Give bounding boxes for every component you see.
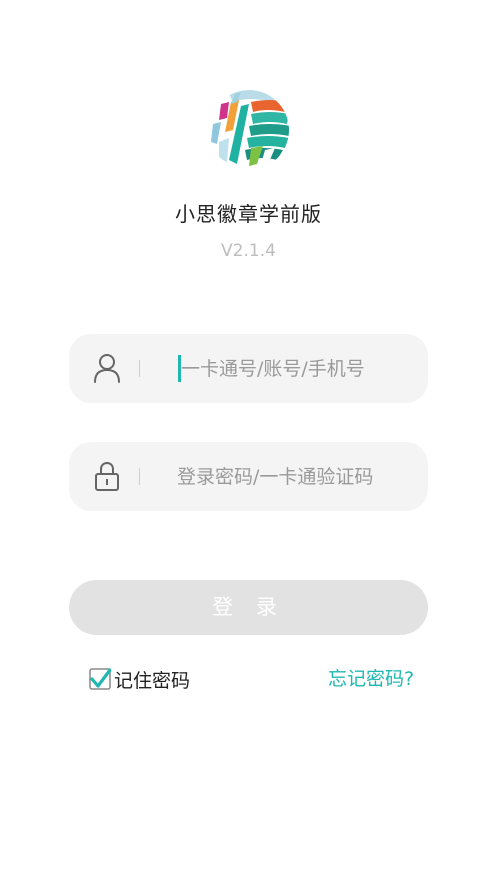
field-divider	[139, 468, 140, 485]
remember-password[interactable]: 记住密码	[89, 666, 190, 692]
account-input[interactable]	[181, 334, 411, 403]
field-divider	[139, 360, 140, 377]
password-input[interactable]	[177, 442, 407, 511]
user-icon	[94, 354, 120, 383]
remember-password-label: 记住密码	[114, 669, 191, 692]
lock-icon	[95, 461, 119, 491]
app-logo-icon	[209, 90, 289, 170]
checkbox-checked-icon[interactable]	[89, 668, 111, 690]
password-field[interactable]	[69, 442, 428, 511]
forgot-password-link[interactable]: 忘记密码?	[328, 666, 414, 692]
login-button[interactable]: 登 录	[69, 580, 428, 635]
app-name: 小思徽章学前版	[175, 202, 322, 226]
account-field[interactable]	[69, 334, 428, 403]
app-version: V2.1.4	[221, 241, 276, 261]
